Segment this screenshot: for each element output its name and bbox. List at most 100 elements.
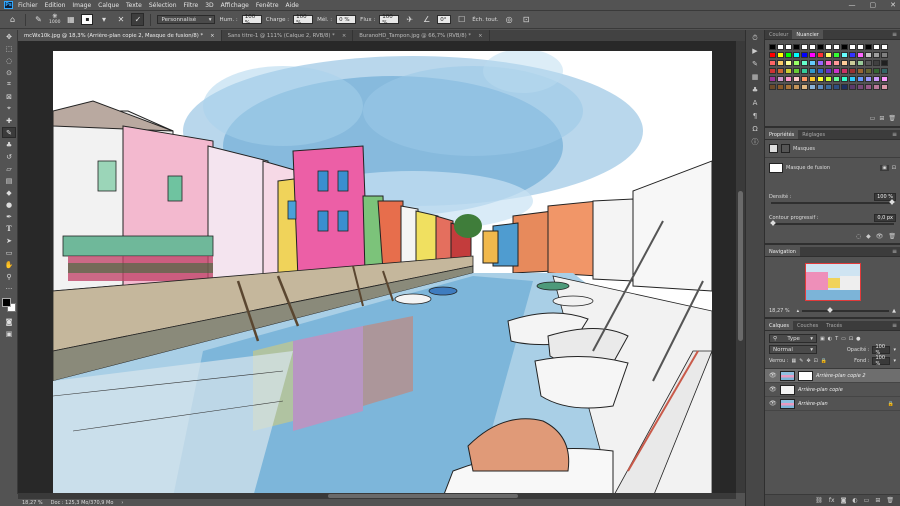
color-swatch[interactable] [841, 60, 848, 66]
color-swatch[interactable] [809, 84, 816, 90]
menu-edition[interactable]: Edition [45, 2, 66, 9]
color-swatch[interactable] [881, 44, 888, 50]
color-swatch[interactable] [833, 76, 840, 82]
color-swatch[interactable] [841, 68, 848, 74]
character-panel-icon[interactable]: A [749, 98, 761, 108]
menu-fichier[interactable]: Fichier [18, 2, 38, 9]
color-swatch[interactable] [873, 68, 880, 74]
quick-select-tool-icon[interactable]: ⊙ [2, 67, 16, 78]
color-swatch[interactable] [785, 76, 792, 82]
color-swatch[interactable] [785, 60, 792, 66]
color-swatch[interactable] [849, 68, 856, 74]
color-swatch[interactable] [873, 52, 880, 58]
color-swatch[interactable] [849, 60, 856, 66]
new-swatch-icon[interactable]: ⊞ [879, 115, 884, 122]
paragraph-panel-icon[interactable]: ¶ [749, 111, 761, 121]
vector-mask-icon[interactable] [781, 144, 790, 153]
filter-shape-icon[interactable]: ▭ [841, 336, 846, 342]
color-swatch[interactable] [793, 84, 800, 90]
color-swatch[interactable] [769, 52, 776, 58]
screen-mode-icon[interactable]: ▣ [2, 328, 16, 339]
color-swatch[interactable] [849, 84, 856, 90]
color-swatch[interactable] [865, 84, 872, 90]
airbrush-icon[interactable]: ✈ [403, 13, 416, 26]
brush-tool-preset-icon[interactable]: ✎ [32, 13, 45, 26]
color-swatch[interactable] [857, 76, 864, 82]
current-brush-load-swatch[interactable]: ▪ [81, 14, 94, 25]
color-swatch[interactable] [793, 44, 800, 50]
brush-settings-panel-icon[interactable]: ▦ [749, 72, 761, 82]
load-selection-icon[interactable]: ◌ [856, 233, 861, 240]
color-swatch[interactable] [825, 60, 832, 66]
home-icon[interactable]: ⌂ [6, 13, 19, 26]
filter-adjustment-icon[interactable]: ◐ [828, 336, 832, 342]
blend-mode-select[interactable]: Normal ▾ [769, 345, 817, 354]
mix-preset-select[interactable]: Personnalisé ▾ [157, 15, 216, 24]
color-swatch[interactable] [785, 84, 792, 90]
quick-mask-icon[interactable]: ◙ [2, 316, 16, 327]
color-swatch[interactable] [841, 44, 848, 50]
mixer-brush-tool-icon[interactable]: ✎ [2, 127, 16, 138]
zoom-tool-icon[interactable]: ⚲ [2, 271, 16, 282]
new-layer-icon[interactable]: ⊞ [875, 497, 880, 504]
zoom-out-icon[interactable]: ▴ [797, 308, 800, 314]
color-swatch[interactable] [825, 52, 832, 58]
color-swatch[interactable] [865, 68, 872, 74]
tab-nuancier[interactable]: Nuancier [792, 30, 823, 39]
lock-icon[interactable]: 🔒 [888, 401, 894, 407]
color-swatch[interactable] [857, 84, 864, 90]
color-swatch[interactable] [777, 60, 784, 66]
pressure-icon[interactable]: ◎ [503, 13, 516, 26]
flux-field[interactable]: 100 % [379, 14, 400, 26]
menu-selection[interactable]: Sélection [149, 2, 177, 9]
feather-slider[interactable] [770, 220, 894, 226]
color-swatch[interactable] [841, 84, 848, 90]
color-swatch[interactable] [833, 60, 840, 66]
color-swatch[interactable] [841, 76, 848, 82]
color-swatch[interactable] [777, 52, 784, 58]
menu-texte[interactable]: Texte [126, 2, 142, 9]
color-swatch[interactable] [817, 68, 824, 74]
tab-reglages[interactable]: Réglages [798, 130, 829, 139]
frame-tool-icon[interactable]: ⊠ [2, 91, 16, 102]
color-swatch[interactable] [833, 68, 840, 74]
color-swatch[interactable] [793, 76, 800, 82]
color-swatch[interactable] [817, 84, 824, 90]
color-swatch[interactable] [825, 44, 832, 50]
tab-couches[interactable]: Couches [793, 321, 822, 330]
color-swatch[interactable] [777, 68, 784, 74]
color-swatch[interactable] [769, 60, 776, 66]
vertical-scrollbar[interactable] [736, 41, 745, 493]
trash-icon[interactable]: 🗑 [888, 233, 896, 240]
color-swatch[interactable] [849, 52, 856, 58]
brush-preset-picker[interactable]: ❋ 1000 [49, 13, 60, 26]
filter-toggle-icon[interactable]: ● [856, 336, 860, 342]
color-swatch[interactable] [777, 84, 784, 90]
color-swatch[interactable] [881, 52, 888, 58]
color-swatch[interactable] [873, 44, 880, 50]
color-swatch[interactable] [881, 84, 888, 90]
color-swatch[interactable] [769, 84, 776, 90]
color-swatch[interactable] [873, 76, 880, 82]
color-picker[interactable] [2, 298, 16, 312]
pixel-mask-icon[interactable] [769, 144, 778, 153]
color-swatch[interactable] [817, 52, 824, 58]
chevron-down-icon[interactable]: ▾ [893, 358, 896, 364]
tab-doc-2[interactable]: Sans titre-1 @ 111% (Calque 2, RVB/8) * … [221, 30, 354, 41]
layer-mask-thumbnail[interactable] [798, 370, 813, 381]
visibility-eye-icon[interactable]: 👁 [769, 386, 777, 393]
history-panel-icon[interactable]: ⏱ [749, 33, 761, 43]
lasso-tool-icon[interactable]: ◌ [2, 55, 16, 66]
color-swatch[interactable] [801, 44, 808, 50]
eraser-tool-icon[interactable]: ▱ [2, 163, 16, 174]
menu-fenetre[interactable]: Fenêtre [256, 2, 279, 9]
dodge-tool-icon[interactable]: ● [2, 199, 16, 210]
color-swatch[interactable] [833, 84, 840, 90]
color-swatch[interactable] [793, 52, 800, 58]
horizontal-scrollbar-thumb[interactable] [328, 494, 518, 498]
color-swatch[interactable] [881, 68, 888, 74]
color-swatch[interactable] [777, 76, 784, 82]
tab-couleur[interactable]: Couleur [765, 30, 792, 39]
color-swatch[interactable] [817, 44, 824, 50]
trash-icon[interactable]: 🗑 [886, 497, 894, 504]
